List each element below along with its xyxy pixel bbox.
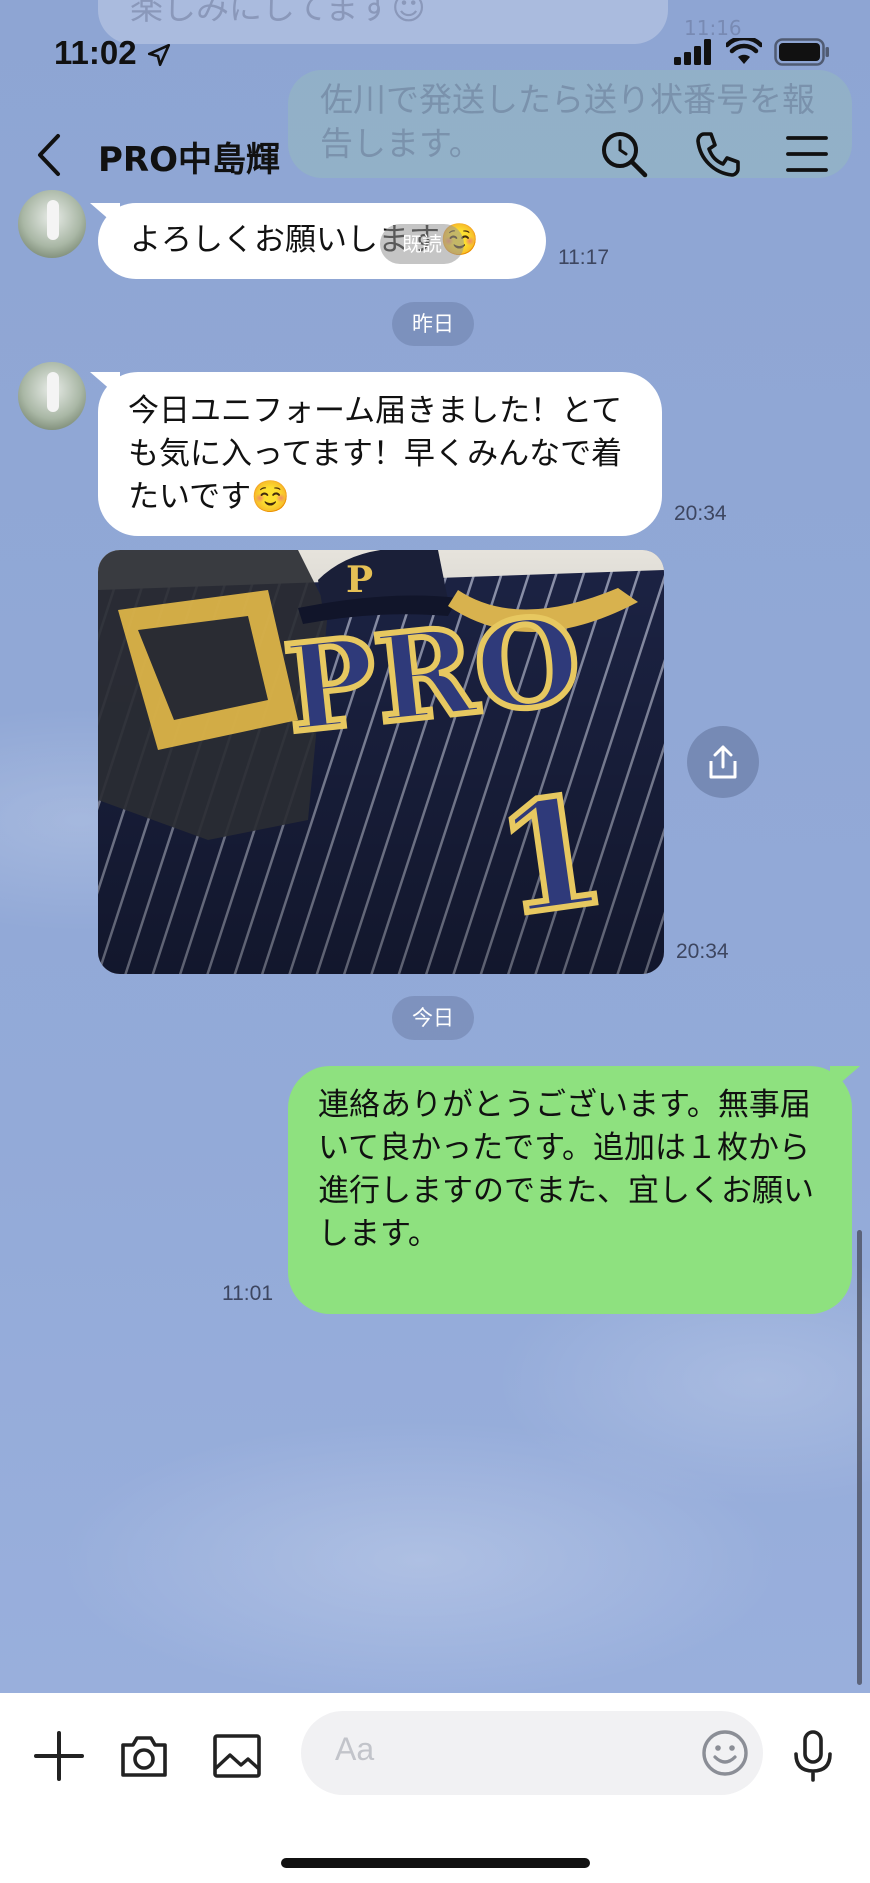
phone-icon[interactable] <box>692 128 744 180</box>
back-chevron-icon[interactable] <box>30 130 70 180</box>
outgoing-message-bubble[interactable]: 連絡ありがとうございます。無事届いて良かったです。追加は１枚から進行しますのでま… <box>288 1066 852 1314</box>
battery-icon <box>774 38 829 66</box>
date-separator: 今日 <box>392 996 474 1040</box>
share-icon <box>709 745 737 779</box>
jersey-photo-image: P PRO 1 <box>98 550 664 974</box>
search-icon[interactable] <box>598 128 650 180</box>
avatar[interactable] <box>18 190 86 258</box>
status-time: 11:02 <box>54 34 137 71</box>
message-time: 20:34 <box>674 502 727 525</box>
date-separator: 昨日 <box>392 302 474 346</box>
microphone-icon[interactable] <box>784 1727 842 1785</box>
message-input[interactable]: Aa <box>301 1711 763 1795</box>
camera-icon[interactable] <box>115 1727 173 1785</box>
incoming-message-bubble[interactable]: よろしくお願いします☺️ <box>98 203 546 279</box>
message-text: 今日ユニフォーム届きました！とても気に入ってます！早くみんなで着たいです☺️ <box>128 393 623 515</box>
message-time: 20:34 <box>676 940 729 963</box>
scrollbar[interactable] <box>857 1230 862 1685</box>
location-arrow-icon <box>147 43 171 67</box>
avatar[interactable] <box>18 362 86 430</box>
cellular-signal-icon <box>674 39 711 65</box>
chat-title[interactable]: PRO中島輝 <box>98 132 280 181</box>
image-icon[interactable] <box>208 1727 266 1785</box>
message-time: 11:01 <box>222 1282 273 1305</box>
message-text: 連絡ありがとうございます。無事届いて良かったです。追加は１枚から進行しますのでま… <box>318 1087 814 1252</box>
status-bar: 11:02 <box>0 0 870 110</box>
cap-logo: P <box>346 559 373 601</box>
message-input-placeholder: Aa <box>335 1731 375 1767</box>
incoming-message-bubble[interactable]: 今日ユニフォーム届きました！とても気に入ってます！早くみんなで着たいです☺️ <box>98 372 662 536</box>
share-button[interactable] <box>687 726 759 798</box>
emoji-icon[interactable] <box>697 1725 753 1781</box>
message-input-bar: Aa <box>0 1693 870 1883</box>
read-receipt-pill: 既読 <box>380 224 464 264</box>
chat-header: PRO中島輝 <box>0 110 870 202</box>
message-time: 11:17 <box>558 246 609 269</box>
plus-icon[interactable] <box>30 1727 88 1785</box>
photo-message[interactable]: P PRO 1 <box>98 550 664 974</box>
menu-icon[interactable] <box>782 128 834 180</box>
home-indicator <box>281 1858 590 1868</box>
wifi-icon <box>726 38 762 64</box>
